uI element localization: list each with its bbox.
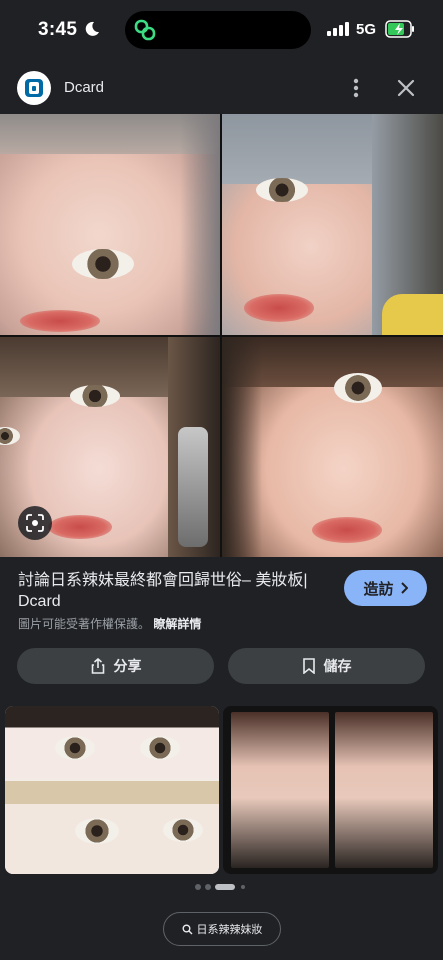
- visit-button[interactable]: 造訪: [344, 570, 427, 606]
- related-image-top: [5, 706, 219, 778]
- save-label: 儲存: [323, 658, 352, 674]
- google-lens-button[interactable]: [18, 506, 52, 540]
- site-name[interactable]: Dcard: [64, 79, 104, 96]
- related-image-detail: [75, 818, 119, 844]
- pager-dot: [205, 884, 211, 890]
- related-image[interactable]: [223, 706, 438, 874]
- related-image-detail: [163, 818, 203, 842]
- copyright-text: 圖片可能受著作權保護。: [18, 617, 151, 631]
- visit-label: 造訪: [363, 580, 394, 598]
- signal-icon: [327, 22, 349, 36]
- related-image-detail: [55, 736, 95, 760]
- chevron-right-icon: [400, 582, 408, 594]
- result-image[interactable]: [0, 114, 443, 557]
- more-vert-icon[interactable]: [344, 74, 368, 102]
- share-label: 分享: [113, 658, 142, 674]
- share-button[interactable]: 分享: [17, 648, 214, 684]
- image-tile: [222, 337, 443, 557]
- related-image-detail: [140, 736, 180, 760]
- search-chip-label: 日系辣辣妹妝: [196, 924, 263, 936]
- copyright-notice: 圖片可能受著作權保護。 瞭解詳情: [18, 615, 201, 632]
- source-header: Dcard: [0, 60, 443, 116]
- pager-dot-active: [215, 884, 235, 890]
- related-search-chip[interactable]: 日系辣辣妹妝: [163, 912, 281, 946]
- lens-icon: [26, 514, 44, 532]
- learn-more-link[interactable]: 瞭解詳情: [153, 617, 201, 631]
- dynamic-island[interactable]: [125, 11, 311, 49]
- save-button[interactable]: 儲存: [228, 648, 425, 684]
- status-bar: 3:45 5G: [0, 0, 443, 60]
- related-image[interactable]: [5, 706, 219, 874]
- battery-charging-icon: [385, 20, 414, 38]
- dcard-logo-icon[interactable]: [17, 71, 51, 105]
- pager-dot: [195, 884, 201, 890]
- pager-dot: [241, 885, 245, 889]
- moon-icon: [85, 21, 99, 36]
- search-icon: [182, 924, 192, 934]
- share-icon: [91, 658, 104, 674]
- related-image-frame: [231, 712, 329, 868]
- result-title[interactable]: 討論日系辣妹最終都會回歸世俗– 美妝板| Dcard: [18, 570, 324, 612]
- close-icon[interactable]: [393, 75, 419, 101]
- image-pager: [0, 882, 443, 892]
- call-activity-icon: [134, 19, 156, 41]
- network-type: 5G: [356, 21, 377, 38]
- bookmark-icon: [302, 658, 315, 674]
- status-time: 3:45: [38, 19, 78, 40]
- related-image-frame: [335, 712, 433, 868]
- image-tile: [0, 114, 220, 335]
- image-tile: [222, 114, 443, 335]
